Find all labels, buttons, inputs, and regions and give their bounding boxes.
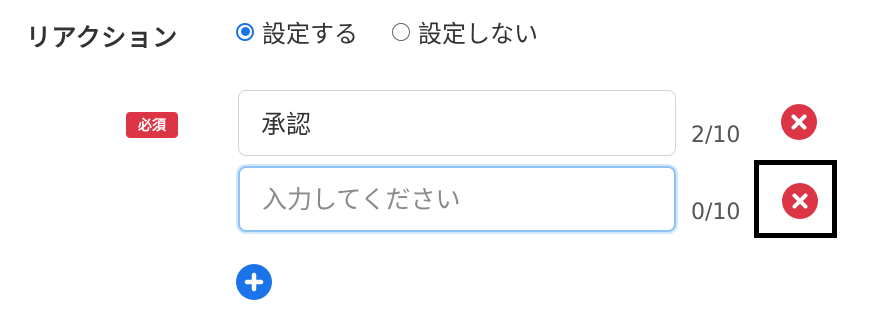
radio-option-disable[interactable]: 設定しない: [392, 14, 538, 49]
remove-reaction-button-2[interactable]: [782, 183, 818, 219]
reaction-settings-form: リアクション 設定する 設定しない 必須 2/10 0/10: [0, 0, 886, 325]
radio-label-enable: 設定する: [262, 20, 358, 48]
reaction-char-counter-1: 2/10: [691, 123, 741, 148]
remove-reaction-button-1[interactable]: [781, 104, 817, 140]
radio-button-disable[interactable]: [392, 22, 410, 41]
reaction-input-1[interactable]: [238, 90, 676, 156]
required-badge: 必須: [126, 112, 178, 138]
remove-circle-icon: [792, 193, 808, 209]
radio-button-enable[interactable]: [236, 22, 254, 41]
reaction-setting-radio-group: 設定する 設定しない: [236, 14, 572, 49]
radio-option-enable[interactable]: 設定する: [236, 14, 358, 49]
add-circle-icon: [244, 272, 264, 292]
reaction-field-label: リアクション: [26, 23, 178, 52]
remove-circle-icon: [791, 114, 807, 130]
reaction-input-2[interactable]: [238, 166, 676, 232]
reaction-char-counter-2: 0/10: [691, 200, 741, 225]
add-reaction-button[interactable]: [236, 264, 272, 300]
radio-label-disable: 設定しない: [418, 20, 538, 48]
